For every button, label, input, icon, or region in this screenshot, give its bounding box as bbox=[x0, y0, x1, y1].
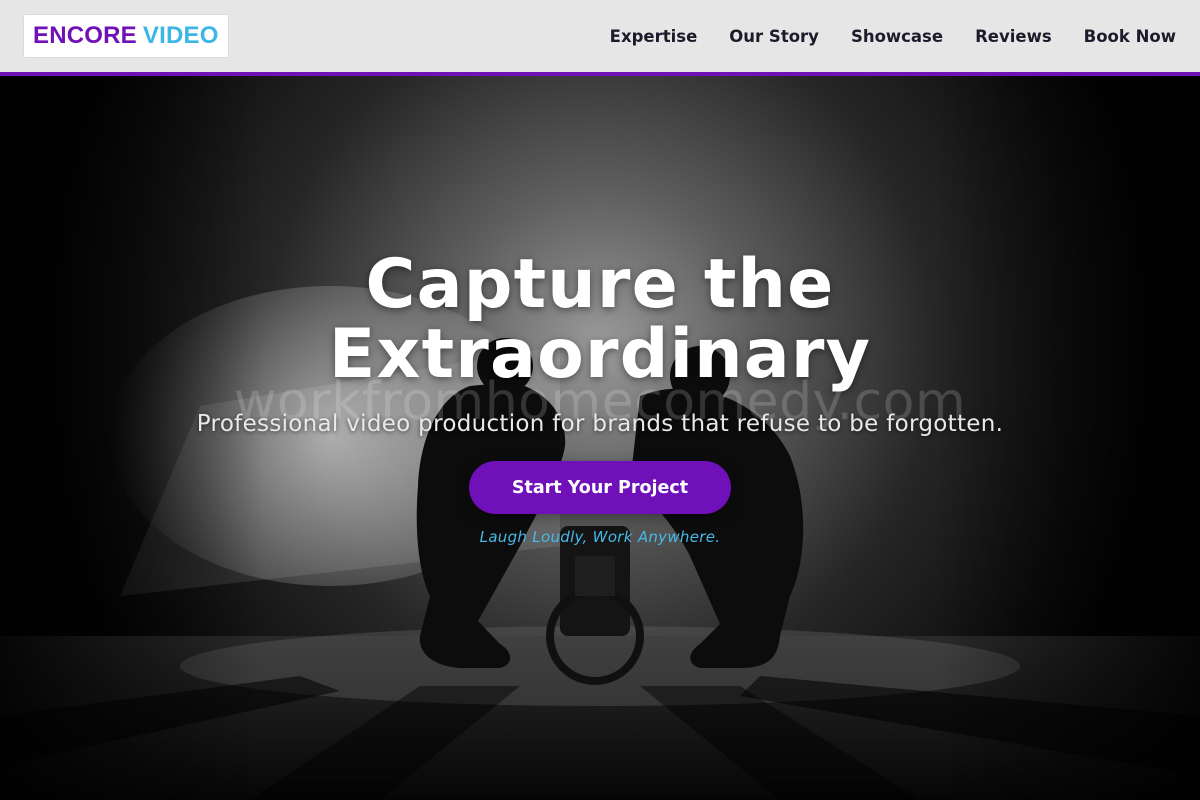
nav-link-book-now[interactable]: Book Now bbox=[1084, 27, 1176, 46]
logo[interactable]: ENCORE VIDEO bbox=[24, 15, 228, 57]
nav-link-our-story[interactable]: Our Story bbox=[729, 27, 819, 46]
header-accent-bar bbox=[0, 72, 1200, 76]
logo-word-encore: ENCORE bbox=[33, 22, 137, 49]
logo-word-video: VIDEO bbox=[142, 22, 219, 49]
hero-content: Capture the Extraordinary workfromhomeco… bbox=[0, 76, 1200, 800]
site-header: ENCORE VIDEO Expertise Our Story Showcas… bbox=[0, 0, 1200, 72]
hero-subtitle: Professional video production for brands… bbox=[196, 411, 1004, 437]
main-nav: Expertise Our Story Showcase Reviews Boo… bbox=[578, 27, 1176, 46]
start-project-button[interactable]: Start Your Project bbox=[469, 461, 731, 514]
nav-link-showcase[interactable]: Showcase bbox=[851, 27, 943, 46]
hero-title-line-1: Capture the bbox=[365, 245, 835, 324]
nav-link-expertise[interactable]: Expertise bbox=[610, 27, 698, 46]
hero-title: Capture the Extraordinary bbox=[0, 250, 1200, 390]
nav-link-reviews[interactable]: Reviews bbox=[975, 27, 1052, 46]
hero-section: Capture the Extraordinary workfromhomeco… bbox=[0, 76, 1200, 800]
hero-tagline: Laugh Loudly, Work Anywhere. bbox=[479, 528, 721, 546]
